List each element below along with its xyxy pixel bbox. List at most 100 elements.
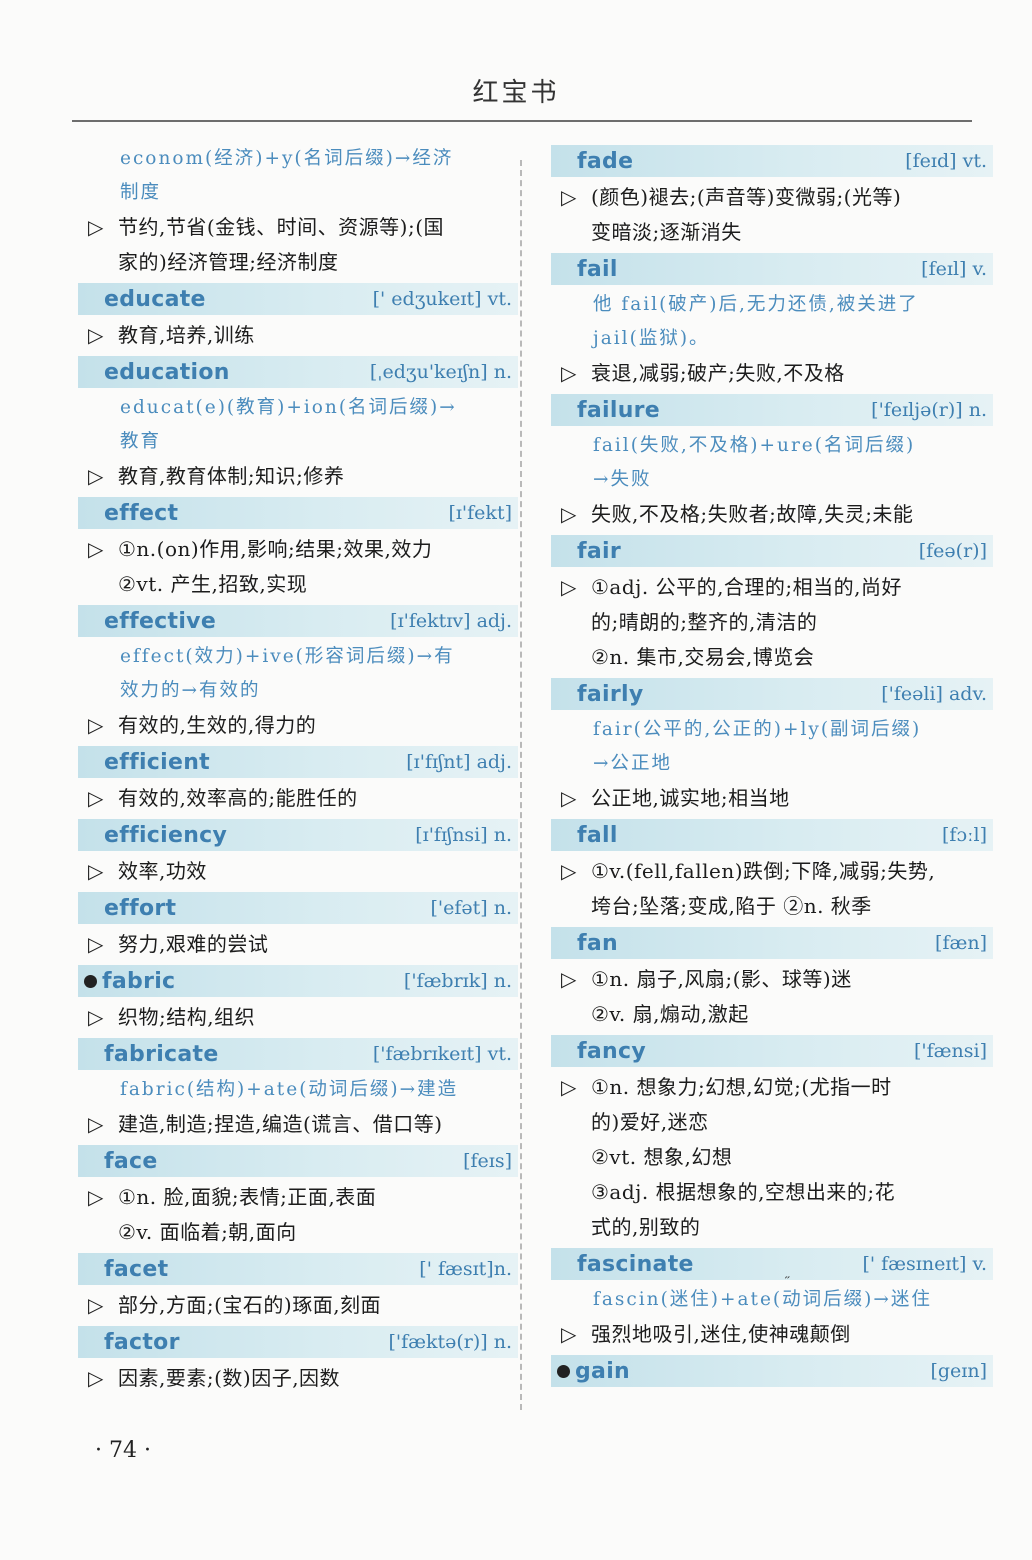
definition-line: ▷ 织物;结构,组织 bbox=[78, 1000, 518, 1035]
triangle-bullet-icon: ▷ bbox=[88, 1005, 104, 1029]
entry-head-face: face [feɪs] bbox=[78, 1145, 518, 1177]
headword: face bbox=[104, 1148, 158, 1174]
definition-line: ▷ ①adj. 公平的,合理的;相当的,尚好 bbox=[551, 570, 993, 605]
entry-head-fascinate: fascinate [' fæsɪneɪt] v. bbox=[551, 1248, 993, 1280]
triangle-bullet-icon: ▷ bbox=[88, 1366, 104, 1390]
definition-text: 教育,培养,训练 bbox=[118, 323, 255, 347]
headword: fan bbox=[577, 930, 618, 956]
definition-text: 教育,教育体制;知识;修养 bbox=[118, 464, 345, 488]
headword: fade bbox=[577, 148, 634, 174]
definition-line: ②vt. 想象,幻想 bbox=[551, 1140, 993, 1175]
triangle-bullet-icon: ▷ bbox=[88, 215, 104, 239]
triangle-bullet-icon: ▷ bbox=[88, 932, 104, 956]
entry-head-facet: facet [' fæsɪt]n. bbox=[78, 1253, 518, 1285]
definition-line: ▷ 失败,不及格;失败者;故障,失灵;未能 bbox=[551, 497, 993, 532]
definition-text: ②vt. 想象,幻想 bbox=[591, 1145, 733, 1169]
definition-text: ①n. 脸,面貌;表情;正面,表面 bbox=[118, 1185, 377, 1209]
definition-text: 衰退,减弱;破产;失败,不及格 bbox=[591, 361, 845, 385]
entry-head-fairly: fairly ['feəli] adv. bbox=[551, 678, 993, 710]
phonetic: [' fæsɪneɪt] v. bbox=[862, 1253, 987, 1275]
definition-line: ▷ ①n. 想象力;幻想,幻觉;(尤指一时 bbox=[551, 1070, 993, 1105]
definition-text: 垮台;坠落;变成,陷于 ②n. 秋季 bbox=[591, 894, 872, 918]
definition-line: ②v. 扇,煽动,激起 bbox=[551, 997, 993, 1032]
phonetic: ['fæktə(r)] n. bbox=[388, 1331, 512, 1353]
entry-head-fabric: fabric ['fæbrɪk] n. bbox=[78, 965, 518, 997]
phonetic: [ɪ'fekt] bbox=[448, 502, 512, 524]
entry-head-education: education [ˌedʒu'keɪʃn] n. bbox=[78, 356, 518, 388]
key-word-dot-icon bbox=[84, 975, 97, 988]
entry-head-efficiency: efficiency [ɪ'fɪʃnsi] n. bbox=[78, 819, 518, 851]
headword: efficient bbox=[104, 749, 210, 775]
phonetic: [ɪ'fɪʃnt] adj. bbox=[406, 751, 512, 773]
definition-line: ▷ ①n. 扇子,风扇;(影、球等)迷 bbox=[551, 962, 993, 997]
etymology-note: econom(经济)+y(名词后缀)→经济 bbox=[120, 148, 454, 169]
entry-head-educate: educate [' edʒukeɪt] vt. bbox=[78, 283, 518, 315]
entry-head-efficient: efficient [ɪ'fɪʃnt] adj. bbox=[78, 746, 518, 778]
definition-line: ▷ 教育,教育体制;知识;修养 bbox=[78, 459, 518, 494]
triangle-bullet-icon: ▷ bbox=[561, 859, 577, 883]
entry-head-fabricate: fabricate ['fæbrɪkeɪt] vt. bbox=[78, 1038, 518, 1070]
definition-line: ▷ ①n.(on)作用,影响;结果;效果,效力 bbox=[78, 532, 518, 567]
headword: efficiency bbox=[104, 822, 228, 848]
phonetic: [geɪn] bbox=[930, 1360, 987, 1382]
etymology-note: fair(公平的,公正的)+ly(副词后缀) bbox=[593, 719, 922, 740]
triangle-bullet-icon: ▷ bbox=[88, 859, 104, 883]
headword: fancy bbox=[577, 1038, 646, 1064]
definition-text: 织物;结构,组织 bbox=[118, 1005, 256, 1029]
definition-text: 有效的,生效的,得力的 bbox=[118, 713, 317, 737]
definition-line: 变暗淡;逐渐消失 bbox=[551, 215, 993, 250]
etymology-note: fascin(迷住)+ate(动词后缀)→迷住 bbox=[593, 1289, 932, 1310]
definition-text: ②n. 集市,交易会,博览会 bbox=[591, 645, 815, 669]
left-column: econom(经济)+y(名词后缀)→经济 制度 ▷ 节约,节省(金钱、时间、资源等)… bbox=[78, 142, 518, 1396]
definition-text: 节约,节省(金钱、时间、资源等);(国 bbox=[118, 215, 445, 239]
definition-text: ①n. 扇子,风扇;(影、球等)迷 bbox=[591, 967, 852, 991]
definition-text: ①adj. 公平的,合理的;相当的,尚好 bbox=[591, 575, 903, 599]
definition-text: ①n.(on)作用,影响;结果;效果,效力 bbox=[118, 537, 433, 561]
etymology-note: fabric(结构)+ate(动词后缀)→建造 bbox=[120, 1079, 459, 1100]
etymology-note: →失败 bbox=[593, 469, 652, 490]
phonetic: ['efət] n. bbox=[430, 897, 512, 919]
definition-text: 因素,要素;(数)因子,因数 bbox=[118, 1366, 341, 1390]
column-divider bbox=[520, 160, 522, 1410]
definition-line: 式的,别致的 bbox=[551, 1210, 993, 1245]
phonetic: ['fæbrɪk] n. bbox=[403, 970, 512, 992]
definition-line: ▷ (颜色)褪去;(声音等)变微弱;(光等) bbox=[551, 180, 993, 215]
definition-text: ③adj. 根据想象的,空想出来的;花 bbox=[591, 1180, 896, 1204]
entry-head-fair: fair [feə(r)] bbox=[551, 535, 993, 567]
etymology-note: 教育 bbox=[120, 431, 162, 452]
headword: fabric bbox=[102, 968, 176, 994]
entry-head-fan: fan [fæn] bbox=[551, 927, 993, 959]
entry-head-effect: effect [ɪ'fekt] bbox=[78, 497, 518, 529]
key-word-dot-icon bbox=[557, 1365, 570, 1378]
etymology-note: educat(e)(教育)+ion(名词后缀)→ bbox=[120, 397, 457, 418]
entry-head-fade: fade [feɪd] vt. bbox=[551, 145, 993, 177]
definition-line: ▷ ①v.(fell,fallen)跌倒;下降,减弱;失势, bbox=[551, 854, 993, 889]
definition-text: ①v.(fell,fallen)跌倒;下降,减弱;失势, bbox=[591, 859, 936, 883]
definition-text: 效率,功效 bbox=[118, 859, 207, 883]
definition-text: 建造,制造;捏造,编造(谎言、借口等) bbox=[118, 1112, 443, 1136]
entry-head-effort: effort ['efət] n. bbox=[78, 892, 518, 924]
phonetic: [ɪ'fɪʃnsi] n. bbox=[415, 824, 512, 846]
headword: failure bbox=[577, 397, 661, 423]
triangle-bullet-icon: ▷ bbox=[88, 1293, 104, 1317]
phonetic: [' fæsɪt]n. bbox=[419, 1258, 512, 1280]
headword: fall bbox=[577, 822, 618, 848]
triangle-bullet-icon: ▷ bbox=[88, 786, 104, 810]
right-column: fade [feɪd] vt. ▷ (颜色)褪去;(声音等)变微弱;(光等) 变暗淡;逐… bbox=[551, 142, 993, 1390]
phonetic: [ˌedʒu'keɪʃn] n. bbox=[369, 361, 512, 383]
definition-text: 有效的,效率高的;能胜任的 bbox=[118, 786, 358, 810]
etymology-note: 制度 bbox=[120, 182, 162, 203]
triangle-bullet-icon: ▷ bbox=[561, 361, 577, 385]
phonetic: ['feɪljə(r)] n. bbox=[871, 399, 987, 421]
phonetic: [feɪs] bbox=[463, 1150, 512, 1172]
phonetic: [feə(r)] bbox=[918, 540, 987, 562]
definition-line: ▷ 教育,培养,训练 bbox=[78, 318, 518, 353]
definition-line: ▷ 衰退,减弱;破产;失败,不及格 bbox=[551, 356, 993, 391]
page-header: 红宝书 bbox=[472, 78, 560, 108]
etymology-note: fail(失败,不及格)+ure(名词后缀) bbox=[593, 435, 916, 456]
triangle-bullet-icon: ▷ bbox=[561, 967, 577, 991]
definition-line: ▷ 强烈地吸引,迷住,使神魂颠倒 bbox=[551, 1317, 993, 1352]
phonetic: [fɔːl] bbox=[942, 824, 987, 846]
definition-line: ②v. 面临着;朝,面向 bbox=[78, 1215, 518, 1250]
headword: fairly bbox=[577, 681, 644, 707]
